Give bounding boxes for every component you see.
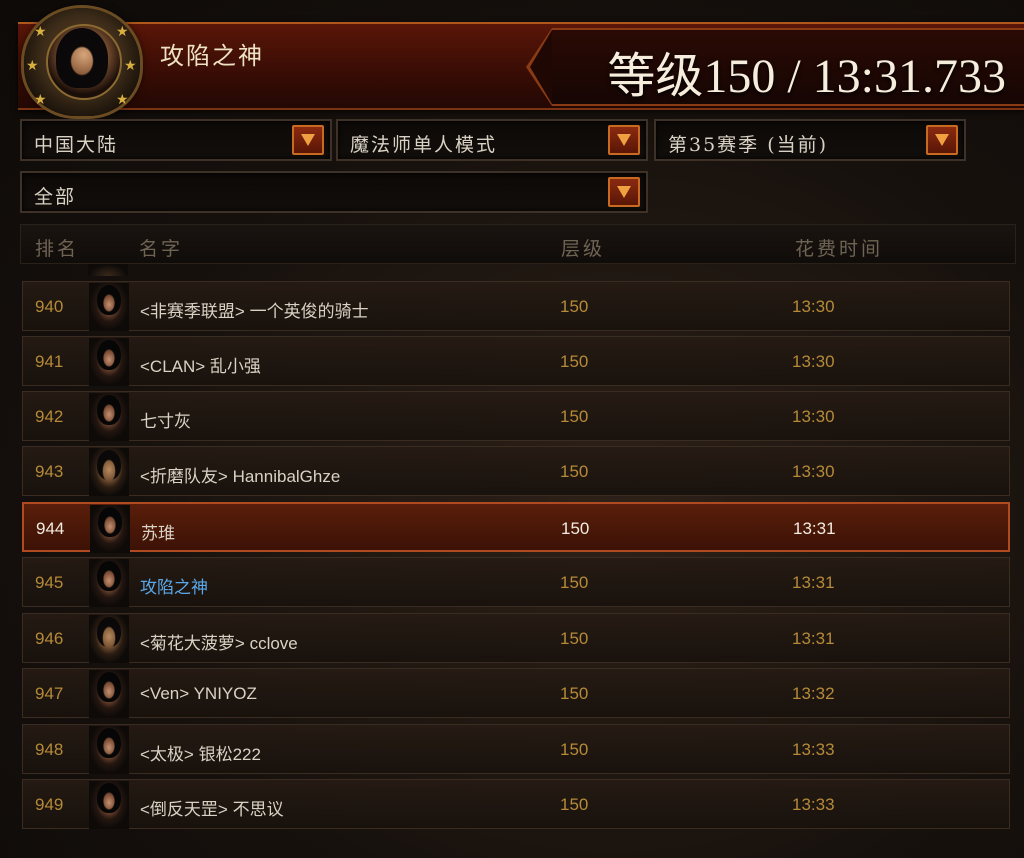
leaderboard-header: 排名 名字 层级 花费时间 xyxy=(20,224,1016,264)
avatar xyxy=(88,264,128,276)
avatar xyxy=(89,393,129,441)
tier-cell: 150 xyxy=(560,407,589,426)
column-rank[interactable]: 排名 xyxy=(35,234,79,261)
chevron-down-icon[interactable] xyxy=(608,177,640,207)
name-cell[interactable]: <菊花大菠萝> cclove xyxy=(140,629,298,654)
column-tier[interactable]: 层级 xyxy=(561,234,605,261)
table-row[interactable]: 947 <Ven> YNIYOZ 150 13:32 xyxy=(22,668,1010,718)
mode-dropdown[interactable]: 魔法师单人模式 xyxy=(336,119,648,161)
rank-cell: 945 xyxy=(35,573,64,592)
table-row-highlighted[interactable]: 944 苏琟 150 13:31 xyxy=(22,502,1010,553)
tier-cell: 150 xyxy=(560,573,589,592)
mode-dropdown-value: 魔法师单人模式 xyxy=(350,134,498,156)
star-icon: ★ xyxy=(34,91,47,107)
tier-cell: 150 xyxy=(560,462,589,481)
time-cell: 13:33 xyxy=(792,795,835,814)
name-cell[interactable]: <倒反天罡> 不思议 xyxy=(140,795,284,820)
rank-cell: 942 xyxy=(35,407,64,426)
table-row[interactable]: 943 <折磨队友> HannibalGhze 150 13:30 xyxy=(22,446,1010,496)
rank-cell: 944 xyxy=(36,519,65,538)
column-name[interactable]: 名字 xyxy=(139,234,183,261)
avatar xyxy=(89,559,129,607)
rank-cell: 948 xyxy=(35,740,64,759)
rank-cell: 943 xyxy=(35,462,64,481)
category-dropdown-value: 全部 xyxy=(34,186,77,208)
name-cell[interactable]: 七寸灰 xyxy=(140,407,191,432)
table-row[interactable]: 948 <太极> 银松222 150 13:33 xyxy=(22,724,1010,774)
time-cell: 13:31 xyxy=(792,573,835,592)
avatar xyxy=(89,283,129,331)
category-dropdown[interactable]: 全部 xyxy=(20,171,648,213)
chevron-down-icon[interactable] xyxy=(292,125,324,155)
name-cell[interactable]: <折磨队友> HannibalGhze xyxy=(140,462,340,487)
chevron-down-icon[interactable] xyxy=(608,125,640,155)
time-cell: 13:31 xyxy=(793,519,836,538)
avatar xyxy=(89,670,129,718)
table-row[interactable]: 946 <菊花大菠萝> cclove 150 13:31 xyxy=(22,613,1010,663)
rank-cell: 949 xyxy=(35,795,64,814)
name-cell[interactable]: <太极> 银松222 xyxy=(140,740,261,765)
time-cell: 13:33 xyxy=(792,740,835,759)
tier-cell: 150 xyxy=(560,795,589,814)
region-dropdown[interactable]: 中国大陆 xyxy=(20,119,332,161)
time-cell: 13:30 xyxy=(792,297,835,316)
star-icon: ★ xyxy=(116,23,129,39)
table-row[interactable]: 941 <CLAN> 乱小强 150 13:30 xyxy=(22,336,1010,386)
time-cell: 13:30 xyxy=(792,462,835,481)
star-icon: ★ xyxy=(26,57,39,73)
time-cell: 13:31 xyxy=(792,629,835,648)
chevron-down-icon[interactable] xyxy=(926,125,958,155)
player-portrait-hair xyxy=(56,28,108,88)
name-cell[interactable]: 苏琟 xyxy=(141,519,175,544)
rank-summary: 等级150 / 13:31.733 xyxy=(607,50,1006,103)
player-name: 攻陷之神 xyxy=(160,42,264,70)
tier-cell: 150 xyxy=(561,519,590,538)
name-cell[interactable]: <非赛季联盟> 一个英俊的骑士 xyxy=(140,297,369,322)
rank-cell: 940 xyxy=(35,297,64,316)
table-row[interactable]: 949 <倒反天罡> 不思议 150 13:33 xyxy=(22,779,1010,829)
name-cell[interactable]: 攻陷之神 xyxy=(140,573,208,598)
table-row[interactable]: 942 七寸灰 150 13:30 xyxy=(22,391,1010,441)
avatar xyxy=(90,505,130,553)
season-dropdown[interactable]: 第35赛季 (当前) xyxy=(654,119,966,161)
tier-cell: 150 xyxy=(560,297,589,316)
avatar xyxy=(89,448,129,496)
table-row[interactable]: 940 <非赛季联盟> 一个英俊的骑士 150 13:30 xyxy=(22,281,1010,331)
table-row-self[interactable]: 945 攻陷之神 150 13:31 xyxy=(22,557,1010,607)
rank-cell: 941 xyxy=(35,352,64,371)
rank-cell: 946 xyxy=(35,629,64,648)
tier-cell: 150 xyxy=(560,629,589,648)
star-icon: ★ xyxy=(34,23,47,39)
season-dropdown-value: 第35赛季 (当前) xyxy=(668,134,829,156)
star-icon: ★ xyxy=(124,57,137,73)
name-cell[interactable]: <Ven> YNIYOZ xyxy=(140,684,257,704)
tier-cell: 150 xyxy=(560,352,589,371)
star-icon: ★ xyxy=(116,91,129,107)
avatar xyxy=(89,781,129,829)
avatar xyxy=(89,338,129,386)
avatar xyxy=(89,615,129,663)
region-dropdown-value: 中国大陆 xyxy=(34,134,119,156)
time-cell: 13:32 xyxy=(792,684,835,703)
tier-cell: 150 xyxy=(560,684,589,703)
tier-cell: 150 xyxy=(560,740,589,759)
time-cell: 13:30 xyxy=(792,352,835,371)
name-cell[interactable]: <CLAN> 乱小强 xyxy=(140,352,261,377)
column-time[interactable]: 花费时间 xyxy=(795,234,883,261)
time-cell: 13:30 xyxy=(792,407,835,426)
avatar xyxy=(89,726,129,774)
rank-cell: 947 xyxy=(35,684,64,703)
